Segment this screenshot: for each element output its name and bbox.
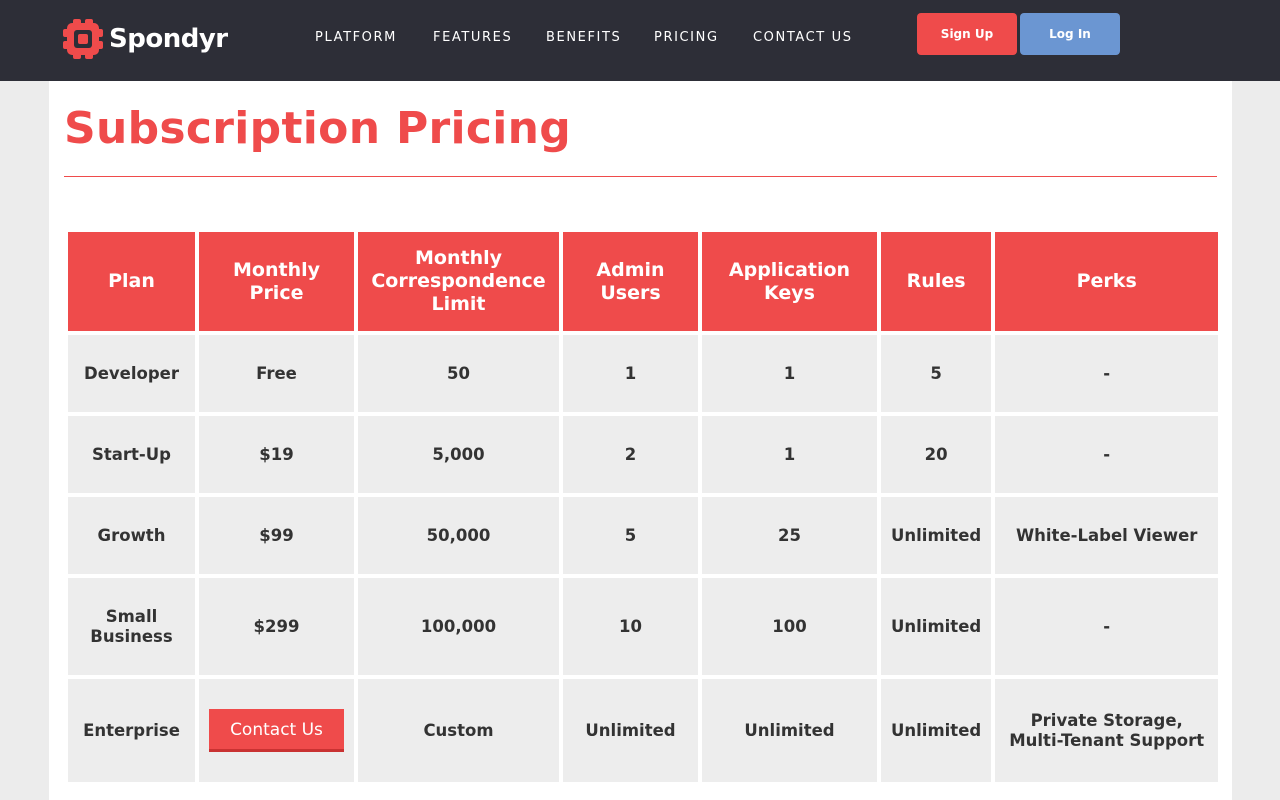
sign-up-button[interactable]: Sign Up <box>917 13 1017 55</box>
perks: - <box>995 578 1219 675</box>
brand-name: Spondyr <box>109 24 228 54</box>
admin-users: 5 <box>563 497 698 574</box>
main-content: Subscription Pricing Plan Monthly Price … <box>49 81 1232 800</box>
contact-us-button[interactable]: Contact Us <box>209 709 344 752</box>
admin-users: Unlimited <box>563 679 698 782</box>
top-navigation-bar: Spondyr PLATFORM FEATURES BENEFITS PRICI… <box>0 0 1280 81</box>
admin-users: 10 <box>563 578 698 675</box>
correspondence-limit: 50 <box>358 335 559 412</box>
plan-name: Developer <box>68 335 195 412</box>
header-perks: Perks <box>995 232 1219 331</box>
nav-benefits[interactable]: BENEFITS <box>546 30 621 45</box>
monthly-price-cell: Contact Us <box>199 679 354 782</box>
page-title: Subscription Pricing <box>64 103 572 154</box>
nav-platform[interactable]: PLATFORM <box>315 30 397 45</box>
nav-features[interactable]: FEATURES <box>433 30 512 45</box>
rules: Unlimited <box>881 679 992 782</box>
plan-name: Start-Up <box>68 416 195 493</box>
rules: 20 <box>881 416 992 493</box>
nav-pricing[interactable]: PRICING <box>654 30 719 45</box>
table-row: Small Business $299 100,000 10 100 Unlim… <box>68 578 1219 675</box>
correspondence-limit: Custom <box>358 679 559 782</box>
monthly-price: $19 <box>199 416 354 493</box>
application-keys: 100 <box>702 578 877 675</box>
rules: 5 <box>881 335 992 412</box>
application-keys: 1 <box>702 416 877 493</box>
brand-logo[interactable]: Spondyr <box>63 19 228 59</box>
pricing-table: Plan Monthly Price Monthly Correspondenc… <box>64 228 1222 786</box>
application-keys: Unlimited <box>702 679 877 782</box>
monthly-price: $99 <box>199 497 354 574</box>
header-correspondence-limit: Monthly Correspondence Limit <box>358 232 559 331</box>
spondyr-logo-icon <box>63 19 103 59</box>
plan-name: Growth <box>68 497 195 574</box>
header-admin-users: Admin Users <box>563 232 698 331</box>
perks: White-Label Viewer <box>995 497 1219 574</box>
plan-name: Enterprise <box>68 679 195 782</box>
application-keys: 1 <box>702 335 877 412</box>
nav-contact-us[interactable]: CONTACT US <box>753 30 853 45</box>
correspondence-limit: 5,000 <box>358 416 559 493</box>
monthly-price: $299 <box>199 578 354 675</box>
correspondence-limit: 50,000 <box>358 497 559 574</box>
rules: Unlimited <box>881 497 992 574</box>
plan-name: Small Business <box>68 578 195 675</box>
perks: Private Storage, Multi-Tenant Support <box>995 679 1219 782</box>
table-row: Developer Free 50 1 1 5 - <box>68 335 1219 412</box>
table-row: Enterprise Contact Us Custom Unlimited U… <box>68 679 1219 782</box>
header-rules: Rules <box>881 232 992 331</box>
title-divider <box>64 176 1217 177</box>
table-row: Start-Up $19 5,000 2 1 20 - <box>68 416 1219 493</box>
admin-users: 1 <box>563 335 698 412</box>
header-application-keys: Application Keys <box>702 232 877 331</box>
monthly-price: Free <box>199 335 354 412</box>
table-header-row: Plan Monthly Price Monthly Correspondenc… <box>68 232 1219 331</box>
perks: - <box>995 335 1219 412</box>
log-in-button[interactable]: Log In <box>1020 13 1120 55</box>
admin-users: 2 <box>563 416 698 493</box>
correspondence-limit: 100,000 <box>358 578 559 675</box>
header-plan: Plan <box>68 232 195 331</box>
rules: Unlimited <box>881 578 992 675</box>
perks: - <box>995 416 1219 493</box>
header-monthly-price: Monthly Price <box>199 232 354 331</box>
table-row: Growth $99 50,000 5 25 Unlimited White-L… <box>68 497 1219 574</box>
application-keys: 25 <box>702 497 877 574</box>
